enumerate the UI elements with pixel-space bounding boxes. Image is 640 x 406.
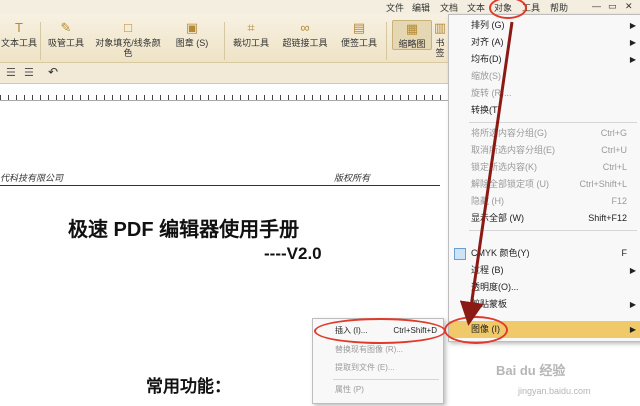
- watermark-logo: Bai du 经验: [496, 363, 566, 378]
- annotation-arrow: [459, 21, 514, 326]
- watermark-url: jingyan.baidu.com: [518, 386, 591, 396]
